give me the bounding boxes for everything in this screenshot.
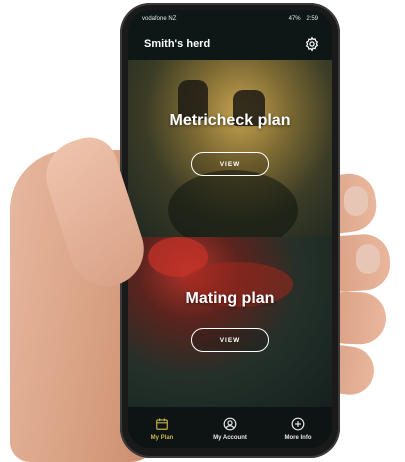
status-right: 47% 2:59 [289,16,318,22]
nav-label: My Account [213,434,247,441]
battery-label: 47% [288,16,301,22]
nav-label: My Plan [150,434,174,441]
nav-item-my-plan[interactable]: My Plan [132,417,192,441]
nav-item-more-info[interactable]: More Info [268,417,328,441]
app-bar: Smith's herd [128,28,332,60]
gear-icon[interactable] [304,36,320,52]
fingernail [344,186,368,216]
phone-screen: vodafone NZ 47% 2:59 Smith's herd Metric… [128,10,332,448]
plus-circle-icon [291,417,305,430]
calendar-icon [156,417,168,430]
view-button-label: VIEW [219,160,241,168]
status-bar: vodafone NZ 47% 2:59 [128,10,332,28]
fingernail [356,244,380,274]
view-button[interactable]: VIEW [191,328,269,352]
metricheck-plan-card[interactable]: Metricheck plan VIEW [128,60,332,250]
view-button[interactable]: VIEW [191,152,269,176]
carrier-label: vodafone NZ [142,16,177,22]
mating-plan-card[interactable]: Mating plan VIEW [128,237,332,407]
card-title: Mating plan [185,290,275,307]
time-label: 2:59 [306,16,318,22]
card-title: Metricheck plan [169,112,291,129]
page-title: Smith's herd [144,38,211,50]
view-button-label: VIEW [219,336,241,344]
nav-label: More Info [284,434,312,441]
bottom-nav: My Plan My Account More Info [128,407,332,448]
user-icon [223,417,237,430]
nav-item-my-account[interactable]: My Account [200,417,260,441]
